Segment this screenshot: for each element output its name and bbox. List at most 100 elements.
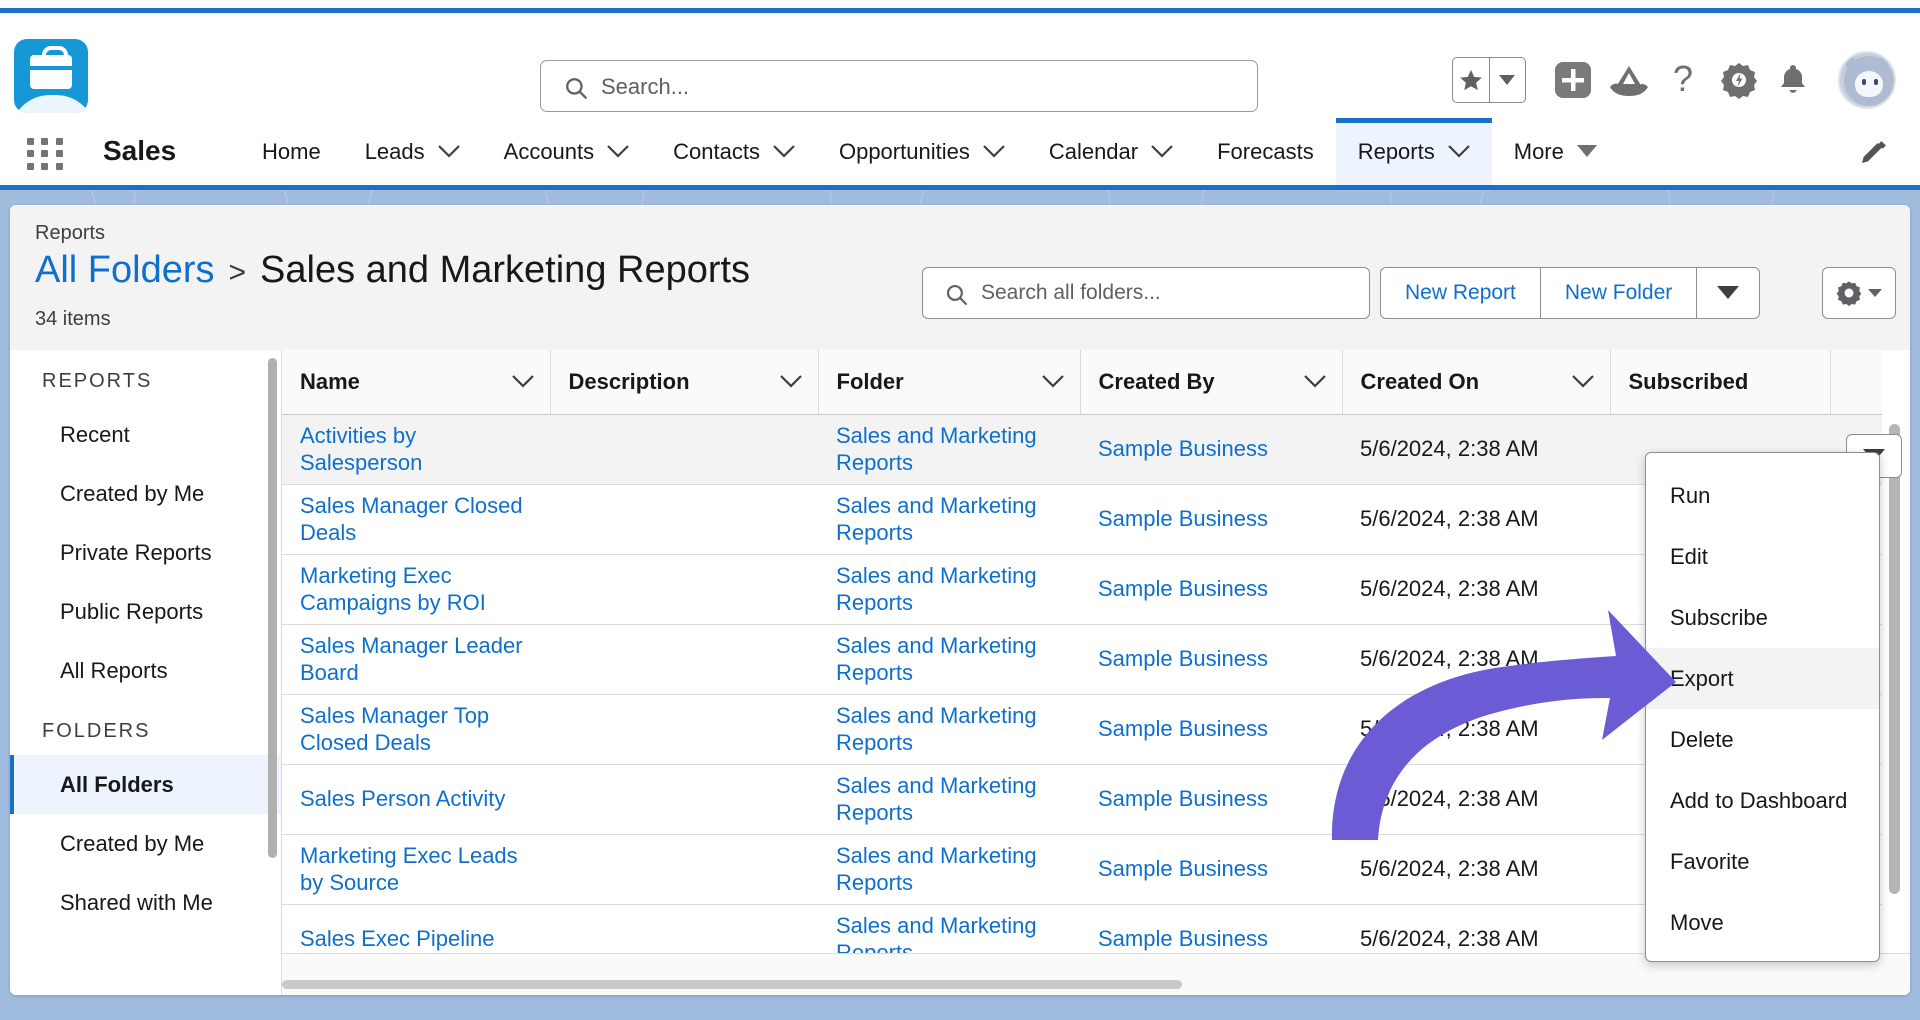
chevron-down-icon[interactable] bbox=[983, 145, 1005, 158]
chevron-down-icon[interactable] bbox=[1151, 145, 1173, 158]
chevron-down-icon[interactable] bbox=[1303, 375, 1326, 388]
cell-created-by[interactable]: Sample Business bbox=[1080, 414, 1342, 485]
list-settings-gear-button[interactable] bbox=[1822, 267, 1896, 319]
created-by-link[interactable]: Sample Business bbox=[1098, 576, 1268, 601]
chevron-down-icon[interactable] bbox=[1041, 375, 1064, 388]
created-by-link[interactable]: Sample Business bbox=[1098, 646, 1268, 671]
name-link[interactable]: Marketing Exec Campaigns by ROI bbox=[300, 563, 486, 616]
cell-folder[interactable]: Sales and Marketing Reports bbox=[818, 764, 1080, 835]
breadcrumb[interactable]: Reports bbox=[35, 222, 105, 245]
cell-name[interactable]: Sales Manager Top Closed Deals bbox=[282, 694, 550, 765]
cell-folder[interactable]: Sales and Marketing Reports bbox=[818, 414, 1080, 485]
table-row[interactable]: Activities by Salesperson Sales and Marke… bbox=[282, 414, 1882, 485]
name-link[interactable]: Sales Person Activity bbox=[300, 786, 505, 811]
help-question-icon[interactable]: ? bbox=[1660, 57, 1706, 103]
cell-created-by[interactable]: Sample Business bbox=[1080, 624, 1342, 695]
table-row[interactable]: Marketing Exec Campaigns by ROI Sales and… bbox=[282, 554, 1882, 625]
folder-link[interactable]: Sales and Marketing Reports bbox=[836, 843, 1037, 896]
cell-folder[interactable]: Sales and Marketing Reports bbox=[818, 694, 1080, 765]
sidebar-item-public-reports[interactable]: Public Reports bbox=[10, 582, 281, 641]
menu-item-run[interactable]: Run bbox=[1646, 465, 1879, 526]
column-header-name[interactable]: Name bbox=[282, 350, 551, 415]
nav-item-accounts[interactable]: Accounts bbox=[482, 118, 652, 185]
sidebar-item-recent[interactable]: Recent bbox=[10, 405, 281, 464]
folder-link[interactable]: Sales and Marketing Reports bbox=[836, 493, 1037, 546]
name-link[interactable]: Activities by Salesperson bbox=[300, 423, 422, 476]
column-header-subscribed[interactable]: Subscribed bbox=[1610, 350, 1831, 415]
sidebar-item-all-reports[interactable]: All Reports bbox=[10, 641, 281, 700]
cell-folder[interactable]: Sales and Marketing Reports bbox=[818, 484, 1080, 555]
chevron-down-icon[interactable] bbox=[1576, 145, 1597, 158]
cell-created-by[interactable]: Sample Business bbox=[1080, 694, 1342, 765]
cell-folder[interactable]: Sales and Marketing Reports bbox=[818, 834, 1080, 905]
table-row[interactable]: Marketing Exec Leads by Source Sales and … bbox=[282, 834, 1882, 905]
menu-item-subscribe[interactable]: Subscribe bbox=[1646, 587, 1879, 648]
column-header-description[interactable]: Description bbox=[550, 350, 819, 415]
cell-folder[interactable]: Sales and Marketing Reports bbox=[818, 624, 1080, 695]
menu-item-move[interactable]: Move bbox=[1646, 892, 1879, 953]
mountain-cloud-icon[interactable] bbox=[1606, 57, 1652, 103]
chevron-down-icon[interactable] bbox=[1447, 145, 1470, 158]
created-by-link[interactable]: Sample Business bbox=[1098, 786, 1268, 811]
briefcase-cloud-logo[interactable] bbox=[14, 39, 88, 113]
chevron-down-icon[interactable] bbox=[779, 375, 802, 388]
cell-folder[interactable]: Sales and Marketing Reports bbox=[818, 554, 1080, 625]
menu-item-edit[interactable]: Edit bbox=[1646, 526, 1879, 587]
nav-item-forecasts[interactable]: Forecasts bbox=[1195, 118, 1336, 185]
favorites-star-icon[interactable] bbox=[1453, 58, 1490, 102]
cell-name[interactable]: Sales Manager Closed Deals bbox=[282, 484, 550, 555]
cell-name[interactable]: Activities by Salesperson bbox=[282, 414, 550, 485]
cell-created-by[interactable]: Sample Business bbox=[1080, 554, 1342, 625]
cell-name[interactable]: Sales Person Activity bbox=[282, 764, 550, 835]
cell-created-by[interactable]: Sample Business bbox=[1080, 834, 1342, 905]
menu-item-add-to-dashboard[interactable]: Add to Dashboard bbox=[1646, 770, 1879, 831]
header-more-dropdown-button[interactable] bbox=[1697, 267, 1761, 319]
created-by-link[interactable]: Sample Business bbox=[1098, 506, 1268, 531]
table-row[interactable]: Sales Manager Top Closed Deals Sales and … bbox=[282, 694, 1882, 765]
created-by-link[interactable]: Sample Business bbox=[1098, 436, 1268, 461]
column-header-folder[interactable]: Folder bbox=[818, 350, 1081, 415]
column-header-created-by[interactable]: Created By bbox=[1080, 350, 1343, 415]
folder-link[interactable]: Sales and Marketing Reports bbox=[836, 423, 1037, 476]
new-folder-button[interactable]: New Folder bbox=[1540, 267, 1698, 319]
table-horizontal-scrollbar[interactable] bbox=[282, 980, 1182, 989]
menu-item-favorite[interactable]: Favorite bbox=[1646, 831, 1879, 892]
cell-created-by[interactable]: Sample Business bbox=[1080, 764, 1342, 835]
table-row[interactable]: Sales Manager Leader Board Sales and Mark… bbox=[282, 624, 1882, 695]
menu-item-export[interactable]: Export bbox=[1646, 648, 1879, 709]
sidebar-item-shared-with-me[interactable]: Shared with Me bbox=[10, 873, 281, 932]
name-link[interactable]: Sales Exec Pipeline bbox=[300, 926, 494, 951]
chevron-down-icon[interactable] bbox=[607, 145, 629, 158]
table-row[interactable]: Sales Person Activity Sales and Marketing… bbox=[282, 764, 1882, 835]
cell-name[interactable]: Marketing Exec Leads by Source bbox=[282, 834, 550, 905]
chevron-down-icon[interactable] bbox=[437, 145, 460, 158]
chevron-down-icon[interactable] bbox=[1571, 375, 1594, 388]
breadcrumb-all-folders-link[interactable]: All Folders bbox=[35, 249, 215, 292]
folder-link[interactable]: Sales and Marketing Reports bbox=[836, 773, 1037, 826]
table-row[interactable]: Sales Manager Closed Deals Sales and Mark… bbox=[282, 484, 1882, 555]
nav-item-leads[interactable]: Leads bbox=[343, 118, 482, 185]
created-by-link[interactable]: Sample Business bbox=[1098, 856, 1268, 881]
nav-item-calendar[interactable]: Calendar bbox=[1027, 118, 1195, 185]
cell-name[interactable]: Marketing Exec Campaigns by ROI bbox=[282, 554, 550, 625]
column-header-created-on[interactable]: Created On bbox=[1342, 350, 1611, 415]
folder-link[interactable]: Sales and Marketing Reports bbox=[836, 563, 1037, 616]
name-link[interactable]: Sales Manager Leader Board bbox=[300, 633, 523, 686]
app-launcher-waffle-icon[interactable] bbox=[27, 138, 65, 170]
new-report-button[interactable]: New Report bbox=[1380, 267, 1541, 319]
table-vertical-scrollbar[interactable] bbox=[1889, 424, 1900, 894]
folder-link[interactable]: Sales and Marketing Reports bbox=[836, 633, 1037, 686]
sidebar-item-private-reports[interactable]: Private Reports bbox=[10, 523, 281, 582]
sidebar-scrollbar[interactable] bbox=[268, 358, 277, 858]
menu-item-delete[interactable]: Delete bbox=[1646, 709, 1879, 770]
chevron-down-icon[interactable] bbox=[511, 375, 534, 388]
folder-link[interactable]: Sales and Marketing Reports bbox=[836, 703, 1037, 756]
nav-item-reports[interactable]: Reports bbox=[1335, 118, 1492, 185]
global-search-box[interactable]: Search... bbox=[540, 60, 1258, 112]
cell-created-by[interactable]: Sample Business bbox=[1080, 484, 1342, 555]
add-plus-icon[interactable] bbox=[1550, 57, 1596, 103]
user-avatar[interactable] bbox=[1838, 51, 1896, 109]
nav-item-home[interactable]: Home bbox=[240, 118, 343, 185]
chevron-down-icon[interactable] bbox=[773, 145, 795, 158]
favorites-dropdown-icon[interactable] bbox=[1490, 58, 1526, 102]
